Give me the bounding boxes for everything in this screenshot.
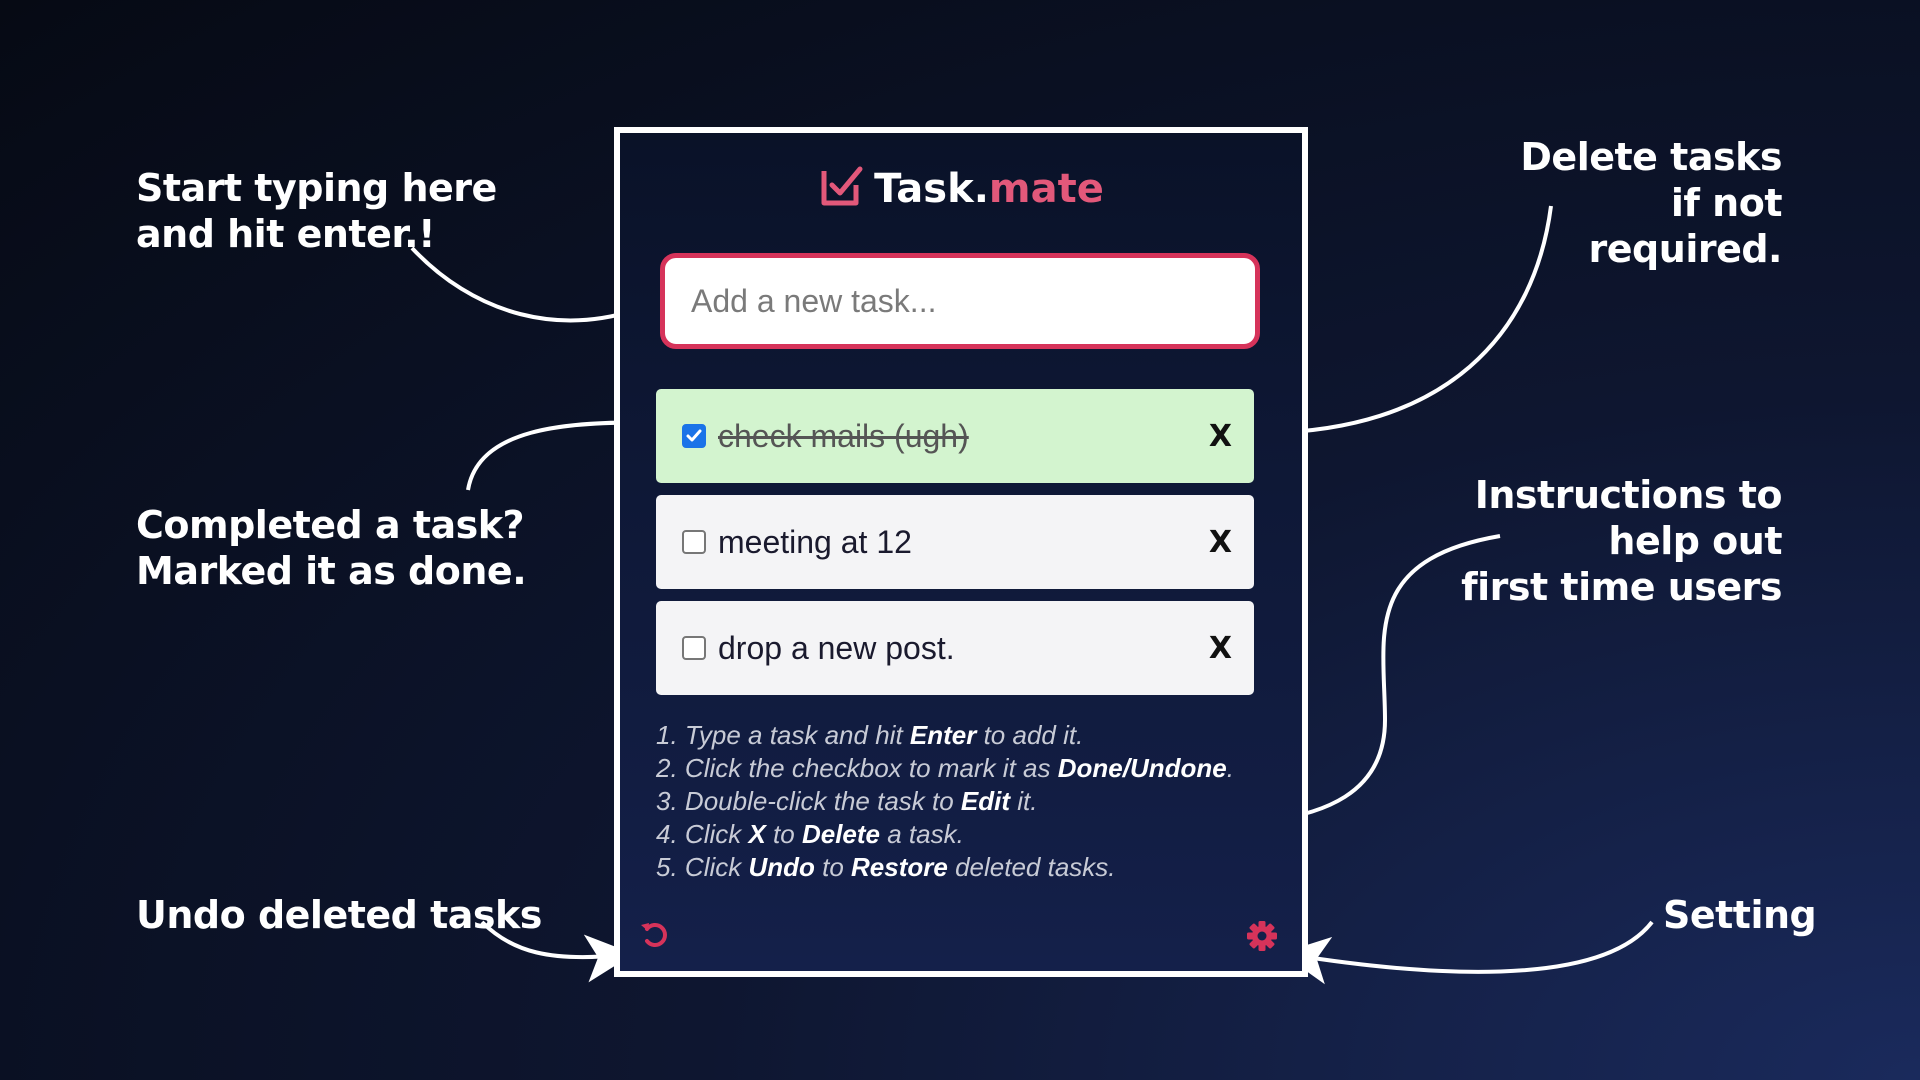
callout-line: if not — [1670, 181, 1783, 225]
task-checkbox[interactable] — [682, 424, 706, 448]
task-text[interactable]: drop a new post. — [718, 630, 1209, 667]
callout-line: Undo deleted tasks — [136, 893, 542, 937]
new-task-input[interactable] — [660, 253, 1260, 349]
instruction-text: to — [814, 852, 852, 882]
task-item[interactable]: meeting at 12 X — [656, 495, 1254, 589]
brand-accent: mate — [988, 166, 1104, 212]
callout-setting: Setting — [1663, 892, 1817, 938]
instruction-item: 2. Click the checkbox to mark it as Done… — [656, 752, 1234, 785]
app-window: Task.mate check mails (ugh) X meeting at… — [614, 127, 1308, 977]
app-brand: Task.mate — [620, 163, 1302, 219]
task-item[interactable]: drop a new post. X — [656, 601, 1254, 695]
instruction-text: Click — [677, 819, 749, 849]
callout-start-typing: Start typing here and hit enter.! — [136, 165, 497, 257]
task-item[interactable]: check mails (ugh) X — [656, 389, 1254, 483]
instruction-keyword: Restore — [851, 852, 948, 882]
callout-completed: Completed a task? Marked it as done. — [136, 502, 527, 594]
callout-line: required. — [1588, 227, 1783, 271]
instruction-text: a task. — [880, 819, 964, 849]
callout-undo: Undo deleted tasks — [136, 892, 542, 938]
instruction-keyword: Edit — [960, 786, 1011, 816]
callout-line: Delete tasks — [1520, 135, 1782, 179]
callout-line: Completed a task? — [136, 503, 525, 547]
instruction-text: Double-click the task to — [677, 786, 961, 816]
instruction-number: 5. — [656, 852, 678, 882]
callout-line: and hit enter.! — [136, 212, 435, 256]
instruction-item: 5. Click Undo to Restore deleted tasks. — [656, 851, 1234, 884]
instruction-number: 4. — [656, 819, 678, 849]
checkmark-icon — [686, 429, 702, 442]
instruction-keyword: Enter — [909, 720, 977, 750]
instruction-text: . — [1226, 753, 1234, 783]
instruction-item: 4. Click X to Delete a task. — [656, 818, 1234, 851]
instruction-text: to — [765, 819, 802, 849]
callout-line: Start typing here — [136, 166, 497, 210]
instruction-keyword: Done/Undone — [1057, 753, 1227, 783]
instruction-number: 3. — [656, 786, 678, 816]
checkbox-logo-icon — [818, 163, 864, 219]
instructions-list: 1. Type a task and hit Enter to add it. … — [656, 719, 1234, 884]
instruction-number: 2. — [656, 753, 678, 783]
callout-line: Marked it as done. — [136, 549, 527, 593]
gear-icon — [1247, 921, 1277, 951]
instruction-keyword: Undo — [748, 852, 815, 882]
arrow-to-settings — [1281, 920, 1654, 985]
instruction-number: 1. — [656, 720, 678, 750]
instruction-keyword: X — [748, 819, 766, 849]
task-text[interactable]: meeting at 12 — [718, 524, 1209, 561]
callout-line: first time users — [1461, 565, 1782, 609]
instruction-text: it. — [1010, 786, 1038, 816]
callout-instructions: Instructions to help out first time user… — [1461, 472, 1782, 610]
callout-delete: Delete tasks if not required. — [1520, 134, 1782, 272]
settings-button[interactable] — [1245, 919, 1279, 953]
instruction-text: Click — [677, 852, 749, 882]
task-checkbox[interactable] — [682, 636, 706, 660]
callout-line: Instructions to — [1474, 473, 1783, 517]
instruction-text: Type a task and hit — [677, 720, 910, 750]
instruction-text: Click the checkbox to mark it as — [677, 753, 1058, 783]
delete-task-button[interactable]: X — [1209, 419, 1232, 454]
instruction-text: to add it. — [976, 720, 1084, 750]
task-list: check mails (ugh) X meeting at 12 X drop… — [656, 389, 1254, 707]
instruction-item: 1. Type a task and hit Enter to add it. — [656, 719, 1234, 752]
undo-icon — [641, 923, 667, 947]
callout-line: Setting — [1663, 893, 1817, 937]
task-checkbox[interactable] — [682, 530, 706, 554]
undo-button[interactable] — [638, 917, 672, 951]
brand-name: Task. — [874, 166, 989, 212]
instruction-keyword: Delete — [801, 819, 880, 849]
delete-task-button[interactable]: X — [1209, 631, 1232, 666]
callout-line: help out — [1608, 519, 1782, 563]
instruction-item: 3. Double-click the task to Edit it. — [656, 785, 1234, 818]
instruction-text: deleted tasks. — [947, 852, 1116, 882]
task-text[interactable]: check mails (ugh) — [718, 418, 1209, 455]
delete-task-button[interactable]: X — [1209, 525, 1232, 560]
